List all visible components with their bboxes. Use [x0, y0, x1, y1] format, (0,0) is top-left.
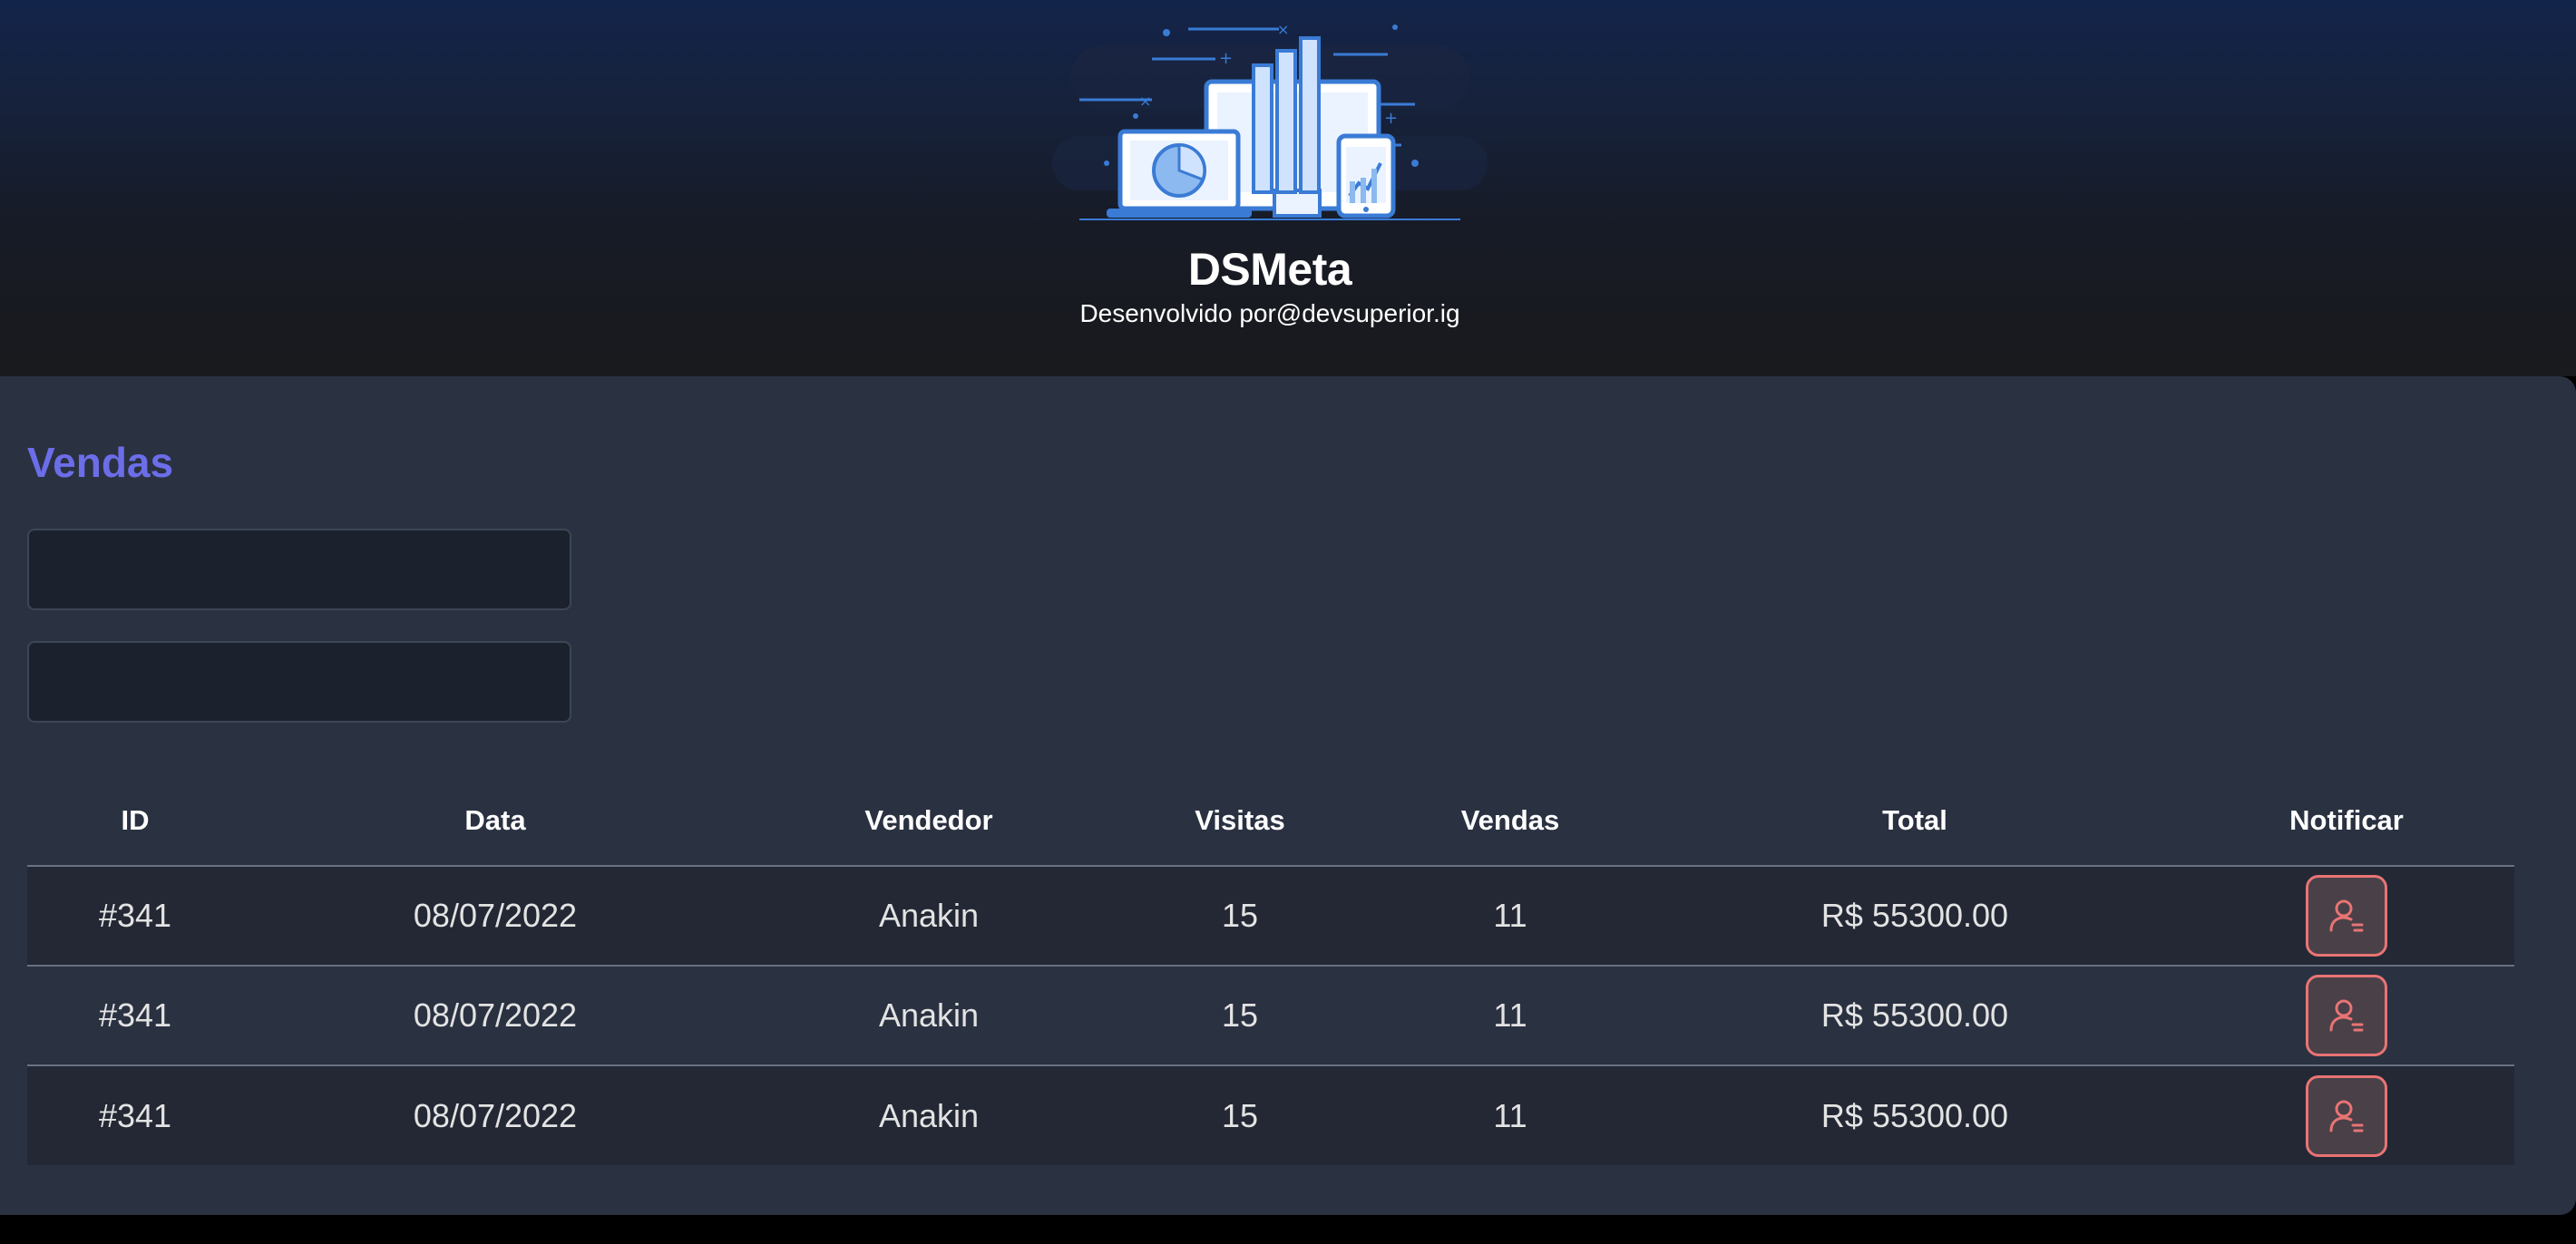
- cell-amount: R$ 55300.00: [1820, 897, 2009, 934]
- cell-deals: 11: [1370, 1064, 1651, 1165]
- cell-amount: R$ 55300.00: [1651, 1064, 2179, 1165]
- notify-button[interactable]: [2306, 1074, 2387, 1157]
- sales-title: Vendas: [27, 439, 174, 486]
- column-header-deals: Vendas: [1370, 775, 1651, 867]
- cell-seller: Anakin: [747, 965, 1110, 1065]
- app-header: × × + + DSMeta Desenvolvido por@devsuper…: [0, 0, 2576, 376]
- sales-table: ID Data Vendedor Visitas Vendas Total No…: [27, 775, 2514, 1165]
- notify-button[interactable]: [2306, 975, 2387, 1056]
- cell-amount: R$ 55300.00: [1651, 965, 2179, 1065]
- svg-text:×: ×: [1139, 92, 1151, 110]
- sales-card: Vendas ID Data Vendedor Visitas Vendas T…: [0, 376, 2576, 1215]
- user-notify-icon: [2329, 899, 2364, 932]
- cell-visits: 15: [1110, 965, 1370, 1065]
- cell-seller: Anakin: [878, 897, 980, 934]
- column-header-date: Data: [243, 775, 747, 867]
- cell-notify: [2179, 965, 2514, 1065]
- user-notify-icon: [2329, 1100, 2364, 1132]
- max-date-input[interactable]: [27, 641, 571, 723]
- min-date-input[interactable]: [27, 529, 571, 610]
- table-row: #341 08/07/2022 Anakin 15 11 R$ 55300.00: [27, 1064, 2514, 1165]
- column-header-id: ID: [27, 775, 243, 867]
- cell-id: #341: [27, 965, 243, 1065]
- cell-deals: 11: [1493, 897, 1527, 934]
- cell-date: 08/07/2022: [243, 1064, 747, 1165]
- cell-notify: [2179, 866, 2514, 966]
- cell-seller: Anakin: [747, 1064, 1110, 1165]
- cell-id: #341: [98, 897, 172, 934]
- table-header-row: ID Data Vendedor Visitas Vendas Total No…: [27, 775, 2514, 867]
- user-notify-icon: [2329, 999, 2364, 1032]
- table-row: #341 08/07/2022 Anakin 15 11 R$ 55300.00: [27, 866, 2514, 966]
- svg-text:+: +: [1384, 109, 1398, 128]
- column-header-notify: Notificar: [2179, 775, 2514, 867]
- svg-text:+: +: [1219, 49, 1233, 68]
- cell-id: #341: [27, 1064, 243, 1165]
- cell-notify: [2179, 1064, 2514, 1165]
- svg-text:×: ×: [1277, 21, 1289, 38]
- cell-deals: 11: [1370, 965, 1651, 1065]
- cell-visits: 15: [1110, 1064, 1370, 1165]
- table-row: #341 08/07/2022 Anakin 15 11 R$ 55300.00: [27, 965, 2514, 1065]
- app-subtitle: Desenvolvido por@devsuperior.ig: [1079, 299, 1460, 327]
- app-title: DSMeta: [1187, 244, 1352, 295]
- notify-button[interactable]: [2306, 875, 2387, 957]
- column-header-amount: Total: [1651, 775, 2179, 867]
- dashboard-logo-icon: × × + +: [1052, 21, 1488, 220]
- column-header-visits: Visitas: [1110, 775, 1370, 867]
- column-header-seller: Vendedor: [747, 775, 1110, 867]
- cell-visits: 15: [1221, 897, 1259, 934]
- cell-date: 08/07/2022: [413, 897, 578, 934]
- cell-date: 08/07/2022: [243, 965, 747, 1065]
